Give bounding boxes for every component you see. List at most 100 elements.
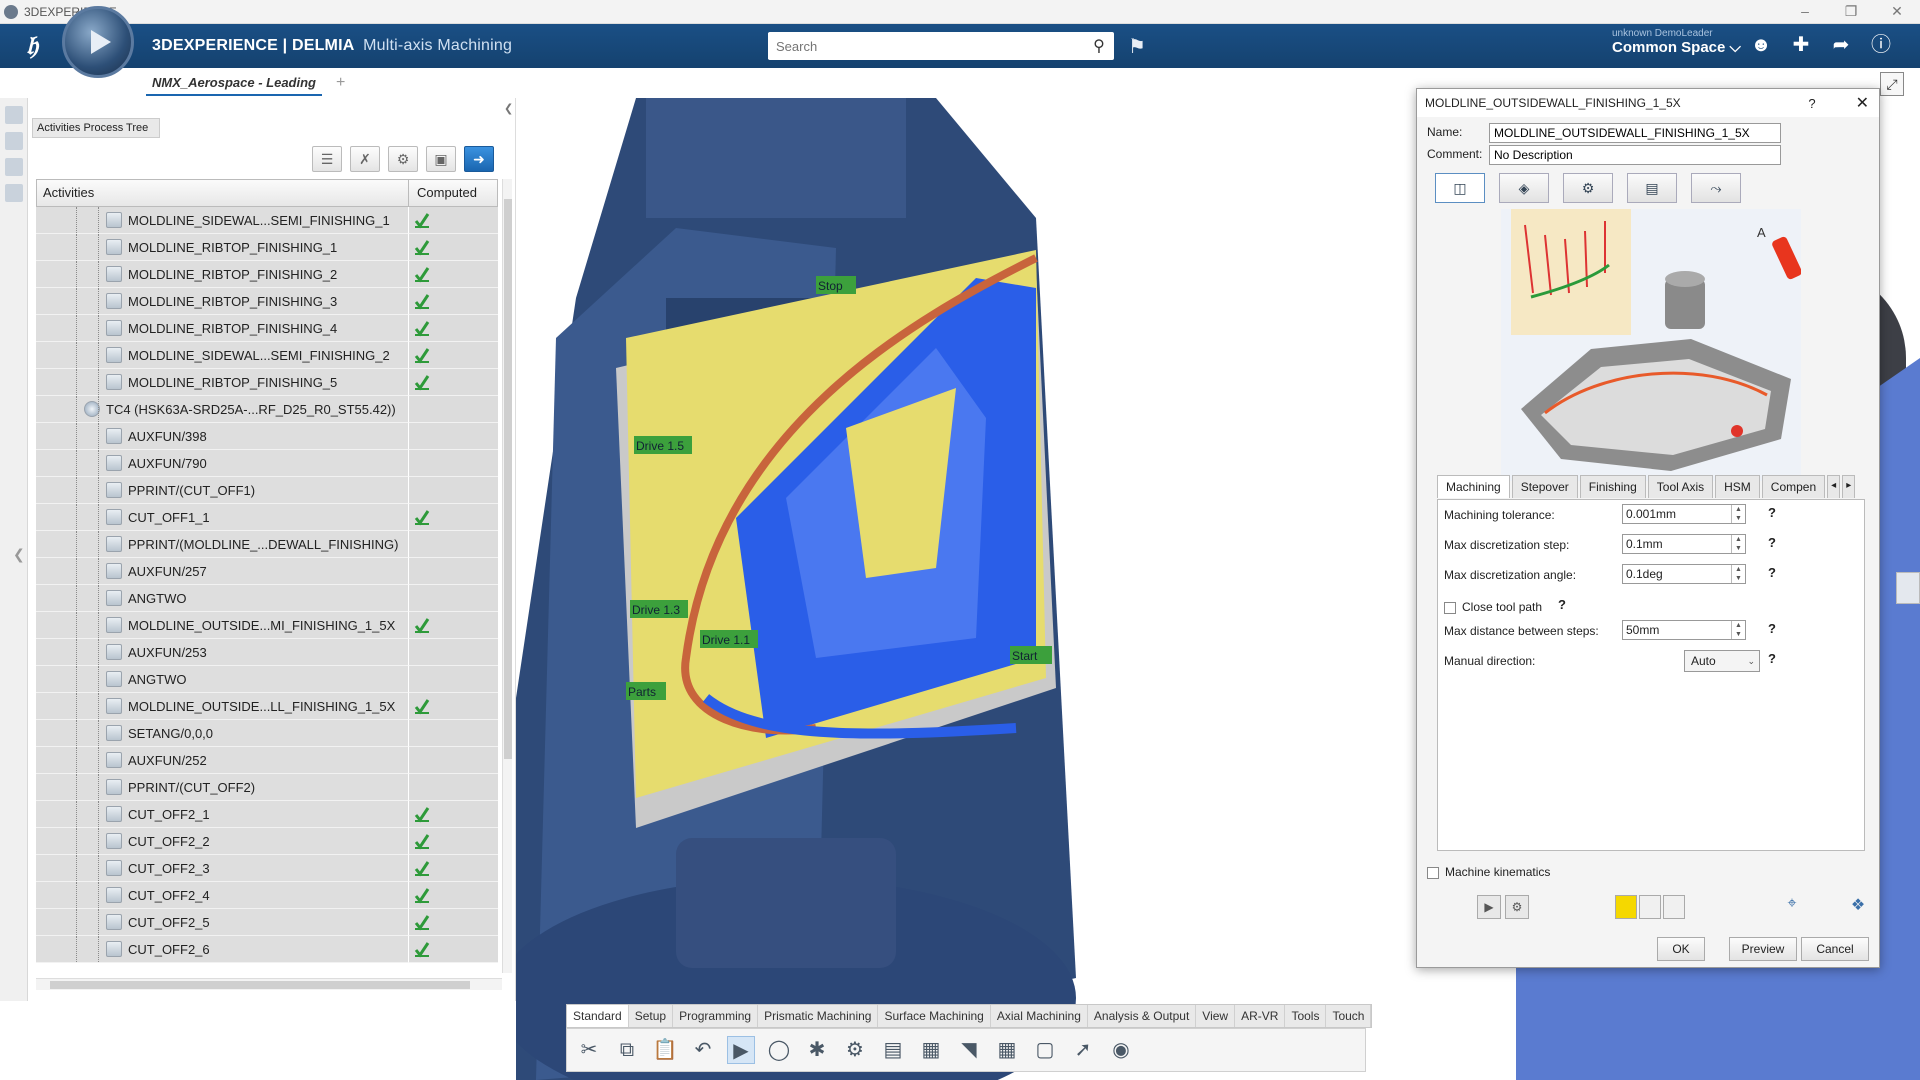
table-row[interactable]: MOLDLINE_SIDEWAL...SEMI_FINISHING_2 bbox=[36, 342, 498, 369]
table-row[interactable]: AUXFUN/252 bbox=[36, 747, 498, 774]
table-icon[interactable]: ▦ bbox=[993, 1036, 1021, 1064]
help-icon[interactable]: ? bbox=[1768, 621, 1776, 636]
activity-cell[interactable]: MOLDLINE_RIBTOP_FINISHING_2 bbox=[36, 261, 408, 288]
scroll-thumb[interactable] bbox=[504, 199, 512, 759]
add-tab-button[interactable]: + bbox=[336, 74, 345, 92]
table-row[interactable]: CUT_OFF1_1 bbox=[36, 504, 498, 531]
table-row[interactable]: MOLDLINE_RIBTOP_FINISHING_2 bbox=[36, 261, 498, 288]
activity-cell[interactable]: SETANG/0,0,0 bbox=[36, 720, 408, 747]
table-row[interactable]: MOLDLINE_OUTSIDE...LL_FINISHING_1_5X bbox=[36, 693, 498, 720]
activity-cell[interactable]: CUT_OFF2_1 bbox=[36, 801, 408, 828]
tolerance-value[interactable]: 0.001mm bbox=[1626, 507, 1676, 521]
close-toolpath-checkbox[interactable] bbox=[1444, 601, 1456, 614]
activity-cell[interactable]: CUT_OFF2_2 bbox=[36, 828, 408, 855]
disc-step-spinner[interactable]: 0.1mm ▲ ▼ bbox=[1622, 534, 1746, 554]
table-row[interactable]: MOLDLINE_RIBTOP_FINISHING_4 bbox=[36, 315, 498, 342]
tab-macros-icon[interactable]: ⤳ bbox=[1691, 173, 1741, 203]
tab-geometry-icon[interactable]: ◈ bbox=[1499, 173, 1549, 203]
part-icon[interactable]: ▦ bbox=[917, 1036, 945, 1064]
activity-cell[interactable]: AUXFUN/257 bbox=[36, 558, 408, 585]
col-activities[interactable]: Activities bbox=[37, 180, 409, 206]
activity-cell[interactable]: AUXFUN/253 bbox=[36, 639, 408, 666]
tolerance-spinner[interactable]: 0.001mm ▲ ▼ bbox=[1622, 504, 1746, 524]
table-row[interactable]: PPRINT/(CUT_OFF2) bbox=[36, 774, 498, 801]
activity-cell[interactable]: MOLDLINE_RIBTOP_FINISHING_1 bbox=[36, 234, 408, 261]
cube-icon[interactable]: ▢ bbox=[1031, 1036, 1059, 1064]
tool-path-icon[interactable]: ❖ bbox=[1845, 895, 1871, 919]
arrow-right-icon[interactable]: ➜ bbox=[464, 146, 494, 172]
spinner-arrows-icon[interactable]: ▲ ▼ bbox=[1731, 505, 1745, 523]
activity-cell[interactable]: AUXFUN/398 bbox=[36, 423, 408, 450]
tab-strategy-icon[interactable]: ◫ bbox=[1435, 173, 1485, 203]
table-row[interactable]: CUT_OFF2_3 bbox=[36, 855, 498, 882]
tab-tool-axis[interactable]: Tool Axis bbox=[1647, 475, 1714, 498]
tab-feeds-icon[interactable]: ▤ bbox=[1627, 173, 1677, 203]
activity-cell[interactable]: MOLDLINE_RIBTOP_FINISHING_5 bbox=[36, 369, 408, 396]
program-icon[interactable]: ▤ bbox=[879, 1036, 907, 1064]
cut-icon[interactable]: ✂ bbox=[575, 1036, 603, 1064]
table-row[interactable]: SETANG/0,0,0 bbox=[36, 720, 498, 747]
search-box[interactable]: ⚲ bbox=[768, 32, 1114, 60]
table-row[interactable]: PPRINT/(CUT_OFF1) bbox=[36, 477, 498, 504]
machine-kinematics-checkbox[interactable] bbox=[1427, 866, 1439, 879]
ds-logo-icon[interactable]: 𝔥 bbox=[12, 24, 52, 68]
cancel-button[interactable]: Cancel bbox=[1801, 937, 1869, 961]
report-icon[interactable] bbox=[1663, 895, 1685, 919]
table-row[interactable]: MOLDLINE_RIBTOP_FINISHING_1 bbox=[36, 234, 498, 261]
tab-tools[interactable]: Tools bbox=[1285, 1005, 1327, 1027]
color-icon[interactable] bbox=[1615, 895, 1637, 919]
activity-cell[interactable]: MOLDLINE_RIBTOP_FINISHING_3 bbox=[36, 288, 408, 315]
table-row[interactable]: PPRINT/(MOLDLINE_...DEWALL_FINISHING) bbox=[36, 531, 498, 558]
activity-cell[interactable]: MOLDLINE_SIDEWAL...SEMI_FINISHING_2 bbox=[36, 342, 408, 369]
tab-stepover[interactable]: Stepover bbox=[1511, 475, 1578, 498]
col-computed[interactable]: Computed bbox=[409, 180, 497, 206]
preview-button[interactable]: Preview bbox=[1729, 937, 1797, 961]
tab-view[interactable]: View bbox=[1196, 1005, 1236, 1027]
activity-cell[interactable]: AUXFUN/790 bbox=[36, 450, 408, 477]
activity-cell[interactable]: CUT_OFF1_1 bbox=[36, 504, 408, 531]
insert-icon[interactable]: ✱ bbox=[803, 1036, 831, 1064]
tabs-scroll-left-icon[interactable]: ◂ bbox=[1827, 475, 1841, 498]
restore-button[interactable]: ❐ bbox=[1828, 3, 1874, 20]
max-distance-value[interactable]: 50mm bbox=[1626, 623, 1659, 637]
minimize-button[interactable]: – bbox=[1782, 3, 1828, 20]
share-icon[interactable]: ➦ bbox=[1828, 32, 1854, 58]
ok-button[interactable]: OK bbox=[1657, 937, 1705, 961]
disc-angle-spinner[interactable]: 0.1deg ▲ ▼ bbox=[1622, 564, 1746, 584]
disc-angle-value[interactable]: 0.1deg bbox=[1626, 567, 1663, 581]
copy-icon[interactable]: ⧉ bbox=[613, 1036, 641, 1064]
activity-cell[interactable]: AUXFUN/252 bbox=[36, 747, 408, 774]
replay-icon[interactable]: ▶ bbox=[1477, 895, 1501, 919]
graphic-icon[interactable] bbox=[1639, 895, 1661, 919]
disc-step-value[interactable]: 0.1mm bbox=[1626, 537, 1663, 551]
table-row[interactable]: CUT_OFF2_4 bbox=[36, 882, 498, 909]
select-icon[interactable]: ▶ bbox=[727, 1036, 755, 1064]
maximize-icon[interactable]: ⤢ bbox=[1880, 72, 1904, 96]
tab-activities-process-tree[interactable]: Activities Process Tree bbox=[32, 118, 160, 138]
table-row[interactable]: CUT_OFF2_6 bbox=[36, 936, 498, 963]
tab-nmx-aerospace[interactable]: NMX_Aerospace - Leading bbox=[146, 71, 322, 96]
activity-cell[interactable]: MOLDLINE_SIDEWAL...SEMI_FINISHING_1 bbox=[36, 207, 408, 234]
table-row[interactable]: MOLDLINE_OUTSIDE...MI_FINISHING_1_5X bbox=[36, 612, 498, 639]
collab-space[interactable]: Common Space ⌵ bbox=[1612, 39, 1741, 56]
tab-compen[interactable]: Compen bbox=[1761, 475, 1826, 498]
tab-programming[interactable]: Programming bbox=[673, 1005, 759, 1027]
activity-cell[interactable]: CUT_OFF2_5 bbox=[36, 909, 408, 936]
profile-icon[interactable]: ☻ bbox=[1748, 32, 1774, 58]
paste-icon[interactable]: 📋 bbox=[651, 1036, 679, 1064]
search-icon[interactable]: ⚲ bbox=[1084, 36, 1114, 56]
name-field[interactable] bbox=[1489, 123, 1781, 143]
tree-vertical-scrollbar[interactable] bbox=[502, 179, 512, 973]
tool-replay-icon[interactable]: ⚙ bbox=[1505, 895, 1529, 919]
activity-cell[interactable]: CUT_OFF2_3 bbox=[36, 855, 408, 882]
manual-direction-value[interactable]: Auto bbox=[1691, 654, 1716, 668]
tool-icon[interactable]: ⚙ bbox=[841, 1036, 869, 1064]
tab-touch[interactable]: Touch bbox=[1326, 1005, 1372, 1027]
tab-analysis-output[interactable]: Analysis & Output bbox=[1088, 1005, 1197, 1027]
search-input[interactable] bbox=[768, 33, 1084, 59]
help-icon[interactable]: ? bbox=[1768, 565, 1776, 580]
collapse-panel-icon[interactable]: ❮ bbox=[504, 102, 513, 115]
table-row[interactable]: CUT_OFF2_2 bbox=[36, 828, 498, 855]
tab-axial-machining[interactable]: Axial Machining bbox=[991, 1005, 1088, 1027]
table-row[interactable]: TC4 (HSK63A-SRD25A-...RF_D25_R0_ST55.42)… bbox=[36, 396, 498, 423]
